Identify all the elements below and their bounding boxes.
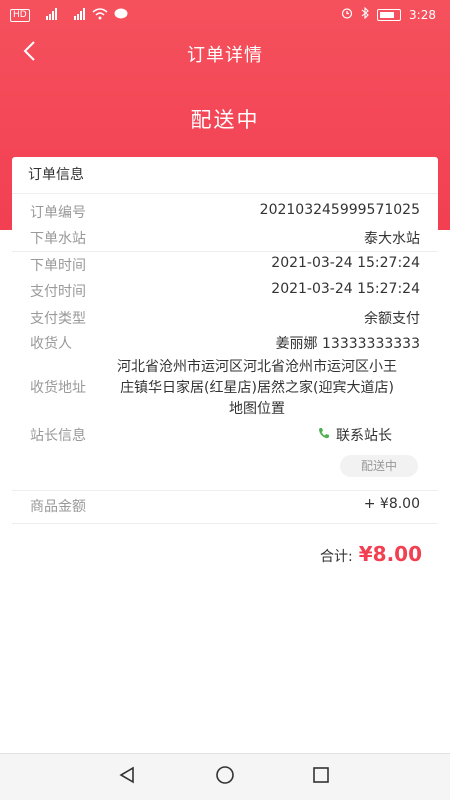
status-left: HD [10, 8, 128, 23]
system-home-button[interactable] [212, 764, 238, 790]
divider [12, 490, 438, 491]
signal-icon [36, 8, 58, 23]
pay-type-label: 支付类型 [30, 311, 86, 327]
address-line-1: 河北省沧州市运河区河北省沧州市运河区小王 [117, 359, 397, 375]
order-total: 合计: ¥8.00 [320, 542, 422, 566]
order-status-title: 配送中 [190, 108, 260, 132]
message-icon [114, 8, 128, 23]
total-label: 合计: [320, 549, 353, 565]
contact-manager-button[interactable]: 联系站长 [318, 425, 392, 445]
station-label: 下单水站 [30, 231, 86, 247]
delivery-status-badge: 配送中 [340, 455, 418, 477]
contact-manager-label: 联系站长 [336, 428, 392, 444]
goods-amount-label: 商品金额 [30, 499, 86, 515]
hd-badge: HD [10, 9, 30, 22]
address-line-2: 庄镇华日家居(红星店)居然之家(迎宾大道店) [120, 380, 394, 396]
alarm-icon [341, 7, 353, 22]
divider [12, 251, 438, 252]
status-bar: HD 3:28 [0, 0, 450, 30]
triangle-back-icon [118, 766, 136, 788]
bluetooth-icon [361, 6, 369, 22]
clock-time: 3:28 [409, 7, 436, 22]
receiver-label: 收货人 [30, 336, 72, 352]
circle-home-icon [215, 765, 235, 789]
address-label: 收货地址 [30, 380, 86, 396]
manager-label: 站长信息 [30, 428, 86, 444]
order-time-label: 下单时间 [30, 258, 86, 274]
map-location-link[interactable]: 地图位置 [94, 399, 420, 420]
system-recents-button[interactable] [308, 764, 334, 790]
pay-time-label: 支付时间 [30, 284, 86, 300]
signal-icon-2 [64, 8, 86, 23]
divider [12, 523, 438, 524]
page-title: 订单详情 [187, 45, 263, 66]
pay-time-value: 2021-03-24 15:27:24 [271, 281, 420, 297]
section-title: 订单信息 [12, 157, 438, 194]
order-info-card: 订单信息 订单编号 202103245999571025 下单水站 泰大水站 下… [12, 157, 438, 527]
navbar: 订单详情 [0, 30, 450, 74]
pay-type-value: 余额支付 [364, 311, 420, 327]
order-time-value: 2021-03-24 15:27:24 [271, 255, 420, 271]
order-number-value: 202103245999571025 [259, 202, 420, 218]
system-back-button[interactable] [114, 764, 140, 790]
address-value: 河北省沧州市运河区河北省沧州市运河区小王 庄镇华日家居(红星店)居然之家(迎宾大… [94, 357, 420, 420]
total-value: ¥8.00 [358, 542, 422, 566]
goods-amount-value: + ¥8.00 [363, 496, 420, 512]
station-value: 泰大水站 [364, 231, 420, 247]
order-number-label: 订单编号 [30, 205, 86, 221]
status-right: 3:28 [341, 6, 436, 22]
wifi-icon [92, 8, 108, 23]
square-recents-icon [312, 766, 330, 788]
phone-icon [318, 427, 330, 443]
receiver-value: 姜丽娜 13333333333 [275, 336, 420, 352]
battery-icon [377, 8, 402, 21]
system-nav-bar [0, 753, 450, 800]
